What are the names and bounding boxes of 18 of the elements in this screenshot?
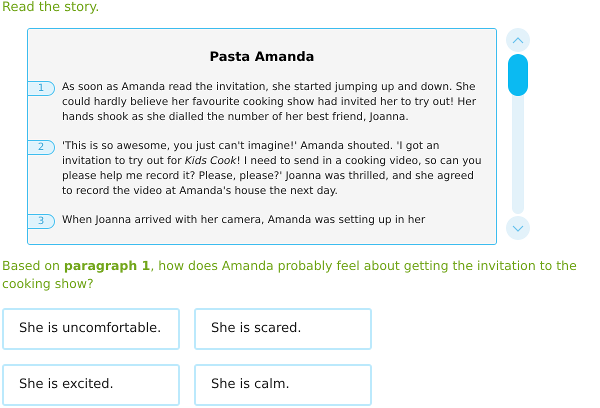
paragraph-text: As soon as Amanda read the invitation, she started jumping up and down. She could hardly believe her favourite cooking show had invited her to try out! Her hands shook as she dialled the number of her best friend, Joanna. bbox=[62, 80, 478, 125]
answer-option[interactable]: She is excited. bbox=[2, 364, 180, 406]
paragraph-number: 3 bbox=[28, 214, 55, 229]
chevron-up-icon bbox=[512, 36, 524, 44]
answer-option[interactable]: She is scared. bbox=[194, 308, 372, 350]
question-text: Based on paragraph 1, how does Amanda probably feel about getting the invitation to the cooking show? bbox=[2, 257, 578, 293]
scroll-up-button[interactable] bbox=[506, 28, 530, 52]
scrollbar-thumb[interactable] bbox=[508, 54, 528, 96]
story-title: Pasta Amanda bbox=[210, 50, 314, 66]
chevron-down-icon bbox=[512, 224, 524, 232]
paragraph-number: 1 bbox=[28, 81, 55, 96]
scroll-down-button[interactable] bbox=[506, 216, 530, 240]
paragraph-text: When Joanna arrived with her camera, Amanda was setting up in her bbox=[62, 213, 426, 228]
paragraph-text: 'This is so awesome, you just can't imagine!' Amanda shouted. 'I got an invitation to try out for Kids Cook! I need to send in a cooking video, so can you please help me record it? Please, please?' Joanna was thrilled, and she agreed to record the video at Amanda's house the next day. bbox=[62, 139, 482, 199]
answer-option[interactable]: She is calm. bbox=[194, 364, 372, 406]
answer-option[interactable]: She is uncomfortable. bbox=[2, 308, 180, 350]
instruction-text: Read the story. bbox=[2, 0, 100, 16]
paragraph-number: 2 bbox=[28, 140, 55, 155]
